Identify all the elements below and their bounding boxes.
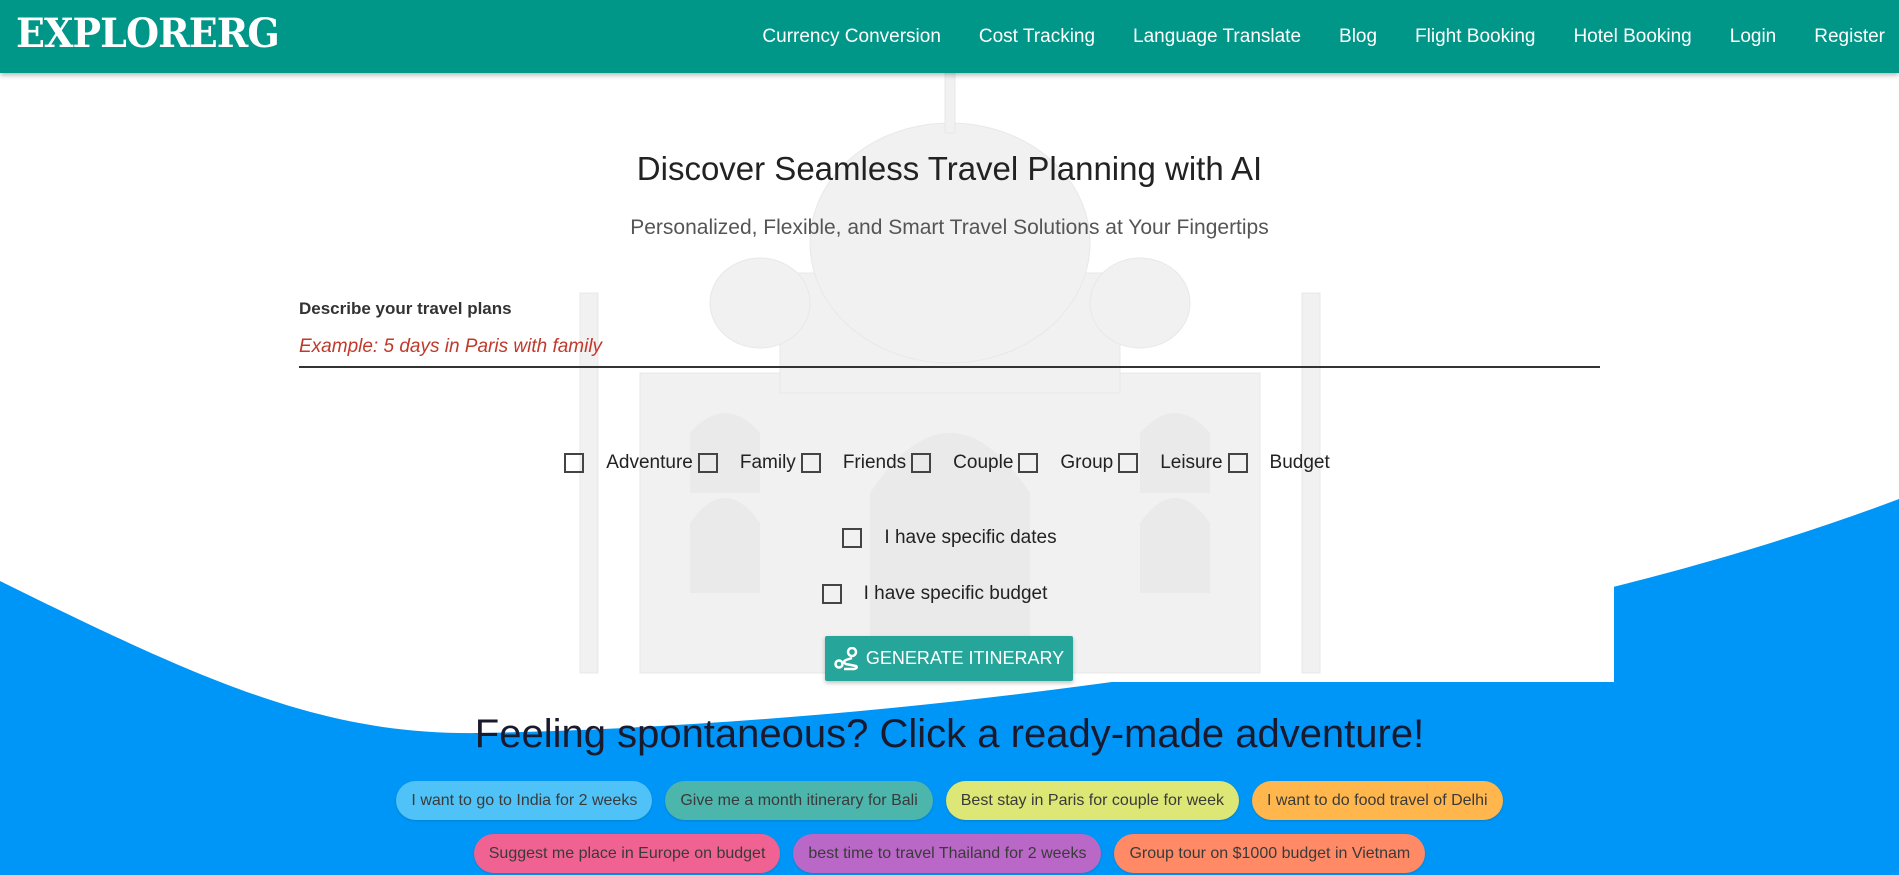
page-title: Discover Seamless Travel Planning with A… bbox=[636, 150, 1263, 187]
nav-hotel-booking[interactable]: Hotel Booking bbox=[1573, 26, 1691, 48]
label-friends: Friends bbox=[842, 452, 907, 473]
suggestion-chip[interactable]: Give me a month itinerary for Bali bbox=[665, 781, 933, 820]
label-adventure: Adventure bbox=[606, 452, 693, 473]
checkbox-friends[interactable] bbox=[800, 453, 821, 473]
logo[interactable]: EXPLORERG bbox=[16, 10, 280, 57]
label-family: Family bbox=[739, 452, 796, 473]
nav-blog[interactable]: Blog bbox=[1339, 26, 1377, 48]
label-group: Group bbox=[1060, 452, 1114, 473]
nav-language-translate[interactable]: Language Translate bbox=[1133, 26, 1301, 48]
nav-register[interactable]: Register bbox=[1814, 26, 1885, 48]
checkbox-specific-budget[interactable] bbox=[821, 584, 842, 604]
trip-type-checkboxes: Adventure Family Friends Couple Group Le… bbox=[0, 452, 1899, 474]
suggestion-chip[interactable]: I want to do food travel of Delhi bbox=[1251, 781, 1503, 820]
label-leisure: Leisure bbox=[1160, 452, 1223, 473]
checkbox-couple[interactable] bbox=[911, 453, 932, 473]
nav-currency-conversion[interactable]: Currency Conversion bbox=[762, 26, 940, 48]
specific-dates-option: I have specific dates bbox=[0, 527, 1899, 549]
suggestion-chip[interactable]: Group tour on $1000 budget in Vietnam bbox=[1114, 834, 1426, 873]
generate-itinerary-button[interactable]: GENERATE ITINERARY bbox=[825, 636, 1073, 681]
checkbox-family[interactable] bbox=[697, 453, 718, 473]
label-specific-budget: I have specific budget bbox=[863, 583, 1048, 604]
specific-budget-option: I have specific budget bbox=[0, 583, 1884, 605]
spontaneous-title: Feeling spontaneous? Click a ready-made … bbox=[474, 712, 1425, 756]
generate-itinerary-label: GENERATE ITINERARY bbox=[865, 648, 1065, 668]
suggestion-chips-row-2: Suggest me place in Europe on budget bes… bbox=[0, 834, 1899, 873]
top-navbar: EXPLORERG Currency Conversion Cost Track… bbox=[0, 0, 1899, 73]
route-icon bbox=[834, 646, 858, 670]
checkbox-budget[interactable] bbox=[1227, 453, 1248, 473]
nav-flight-booking[interactable]: Flight Booking bbox=[1415, 26, 1535, 48]
label-couple: Couple bbox=[953, 452, 1014, 473]
checkbox-adventure[interactable] bbox=[564, 453, 585, 473]
label-specific-dates: I have specific dates bbox=[884, 527, 1057, 548]
travel-plans-label: Describe your travel plans bbox=[299, 299, 512, 318]
suggestion-chips-row-1: I want to go to India for 2 weeks Give m… bbox=[0, 781, 1899, 820]
label-budget: Budget bbox=[1269, 452, 1330, 473]
checkbox-group[interactable] bbox=[1018, 453, 1039, 473]
suggestion-chip[interactable]: I want to go to India for 2 weeks bbox=[396, 781, 653, 820]
suggestion-chip[interactable]: Suggest me place in Europe on budget bbox=[473, 834, 781, 873]
nav-login[interactable]: Login bbox=[1730, 26, 1777, 48]
nav-cost-tracking[interactable]: Cost Tracking bbox=[979, 26, 1095, 48]
suggestion-chip[interactable]: Best stay in Paris for couple for week bbox=[945, 781, 1239, 820]
nav-links: Currency Conversion Cost Tracking Langua… bbox=[762, 0, 1899, 73]
checkbox-leisure[interactable] bbox=[1118, 453, 1139, 473]
suggestion-chip[interactable]: best time to travel Thailand for 2 weeks bbox=[793, 834, 1102, 873]
checkbox-specific-dates[interactable] bbox=[842, 528, 863, 548]
travel-plans-input[interactable] bbox=[299, 328, 1600, 368]
page-subtitle: Personalized, Flexible, and Smart Travel… bbox=[630, 216, 1269, 239]
